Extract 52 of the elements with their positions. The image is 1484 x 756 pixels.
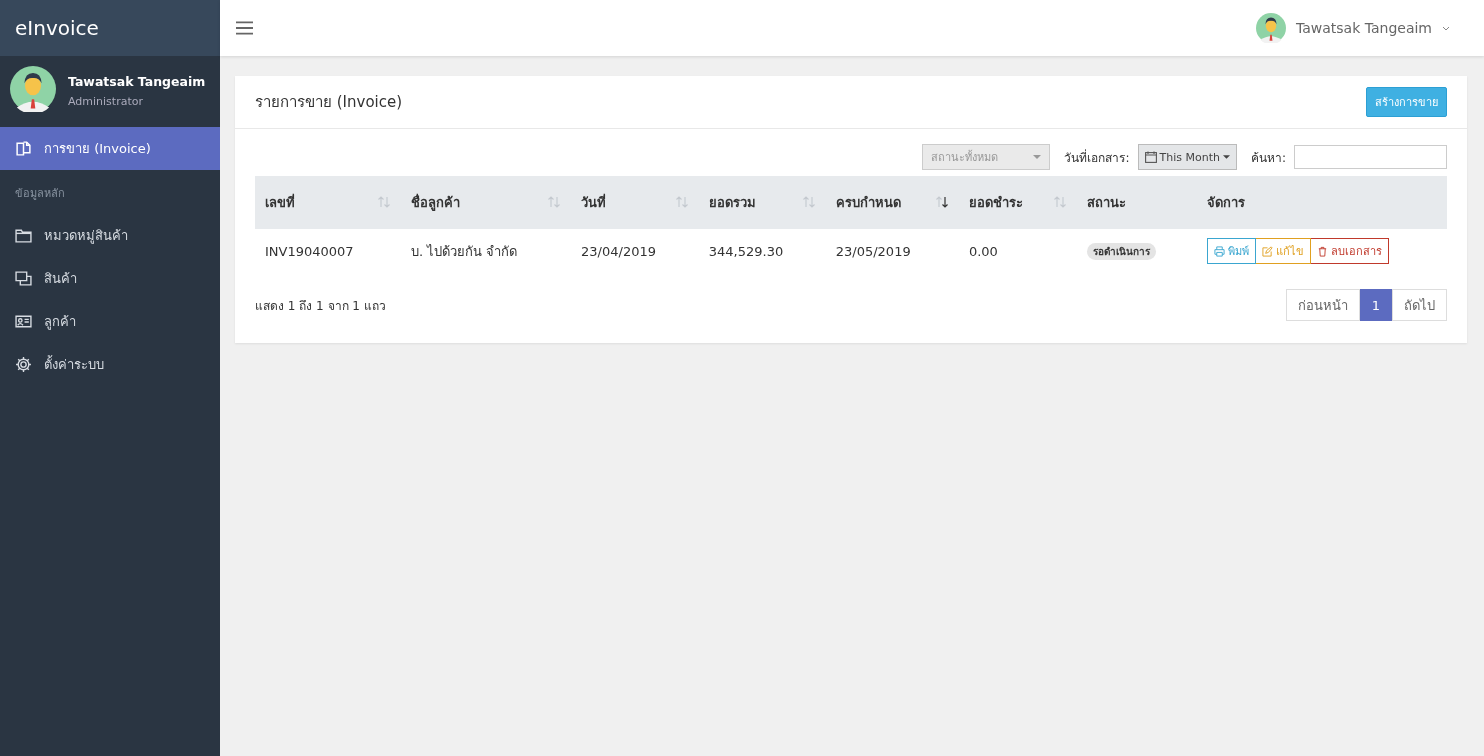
sidebar-item[interactable]: สินค้า xyxy=(0,257,220,300)
caret-icon xyxy=(1222,155,1230,159)
pagination-button[interactable]: ก่อนหน้า xyxy=(1285,289,1360,321)
column-header[interactable]: ยอดชำระ xyxy=(968,195,1023,210)
sidebar-item[interactable]: หมวดหมู่สินค้า xyxy=(0,214,220,257)
status-placeholder: สถานะทั้งหมด xyxy=(931,149,999,166)
status-badge: รอดำเนินการ xyxy=(1087,243,1157,260)
trash-icon xyxy=(1317,245,1328,257)
column-header[interactable]: วันที่ xyxy=(581,195,607,210)
table-cell: 23/05/2019 xyxy=(835,243,911,259)
user-role: Administrator xyxy=(68,94,144,108)
stacked-squares-icon xyxy=(15,270,32,287)
search-field[interactable] xyxy=(1294,145,1447,169)
column-header[interactable]: ยอดรวม xyxy=(708,195,756,210)
column-header[interactable]: เลขที่ xyxy=(265,195,295,210)
user-name: Tawatsak Tangeaim xyxy=(68,73,206,89)
user-menu[interactable]: Tawatsak Tangeaim xyxy=(1249,12,1456,44)
search-label: ค้นหา: xyxy=(1250,149,1286,167)
delete-button[interactable]: ลบเอกสาร xyxy=(1311,238,1389,264)
edit-icon xyxy=(1262,245,1273,257)
sidebar-item[interactable]: การขาย (Invoice) xyxy=(0,127,220,170)
sidebar-item[interactable]: ตั้งค่าระบบ xyxy=(0,343,220,386)
column-header[interactable]: ชื่อลูกค้า xyxy=(411,195,461,210)
menu-icon[interactable] xyxy=(236,21,253,35)
date-range-button[interactable]: This Month xyxy=(1137,144,1237,170)
avatar-icon xyxy=(10,66,56,112)
pagination-button[interactable]: 1 xyxy=(1359,289,1392,321)
app-logo-text: eInvoice xyxy=(15,16,99,40)
settings-icon xyxy=(15,356,32,373)
table-cell: INV19040007 xyxy=(265,243,354,259)
caret-icon xyxy=(1033,155,1042,159)
calendar-icon xyxy=(1144,151,1157,163)
avatar-icon xyxy=(1255,13,1286,43)
printer-icon xyxy=(1214,245,1225,257)
column-header[interactable]: ครบกำหนด xyxy=(835,195,901,210)
folder-icon xyxy=(15,227,32,244)
id-card-icon xyxy=(15,313,32,330)
sidebar-section-label: ข้อมูลหลัก xyxy=(14,186,66,202)
column-header[interactable]: สถานะ xyxy=(1087,195,1127,210)
panel-title: รายการขาย (Invoice) xyxy=(255,92,403,113)
table-cell: บ. ไปด้วยกัน จำกัด xyxy=(411,243,518,259)
pagination-button[interactable]: ถัดไป xyxy=(1392,289,1447,321)
documents-icon xyxy=(15,140,32,157)
column-header[interactable]: จัดการ xyxy=(1207,195,1245,210)
table-cell: 0.00 xyxy=(968,243,998,259)
chevron-down-icon xyxy=(1442,25,1450,31)
sort-icon[interactable] xyxy=(934,196,949,208)
table-info: แสดง 1 ถึง 1 จาก 1 แถว xyxy=(255,297,386,315)
table-cell: 344,529.30 xyxy=(708,243,784,259)
date-label: วันที่เอกสาร: xyxy=(1064,148,1130,167)
table-cell: 23/04/2019 xyxy=(581,243,656,259)
sidebar-item[interactable]: ลูกค้า xyxy=(0,300,220,343)
